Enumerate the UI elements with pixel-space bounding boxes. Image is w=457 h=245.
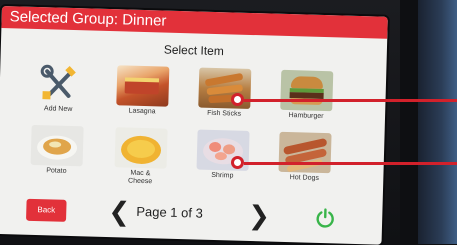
fish-sticks-image [198,68,251,109]
item-label: Potato [23,167,89,177]
item-mac-cheese[interactable]: Mac & Cheese [107,127,175,189]
chevron-right-icon[interactable]: ❯ [248,201,271,230]
hot-dogs-image [278,132,331,173]
item-lasagna[interactable]: Lasagna [109,65,177,127]
potato-image [31,125,84,166]
callout-line-upper [244,99,457,102]
item-add-new[interactable]: Add New [25,63,93,125]
page-heading: Select Item [1,38,387,63]
lasagna-image [116,65,169,106]
pager-bar: Back ❮ Page 1 of 3 ❯ [0,194,383,237]
hamburger-image [280,70,333,111]
window-title: Selected Group: Dinner [9,8,166,29]
touch-screen: Selected Group: Dinner Select Item Add N… [0,6,388,245]
item-label: Hamburger [273,112,339,122]
item-label: Lasagna [109,107,175,117]
callout-line-lower [244,162,457,165]
page-indicator: Page 1 of 3 [136,204,203,221]
mac-cheese-image [115,127,168,168]
item-potato[interactable]: Potato [23,125,91,187]
callout-marker-upper [231,93,244,106]
power-icon[interactable] [314,207,337,230]
device-side-panel [418,0,457,244]
back-button[interactable]: Back [26,199,67,222]
item-shrimp[interactable]: Shrimp [189,129,257,191]
item-label: Add New [25,105,91,115]
callout-marker-lower [231,156,244,169]
chevron-left-icon[interactable]: ❮ [108,197,131,226]
item-label: Hot Dogs [271,174,337,184]
item-label: Shrimp [189,171,255,181]
item-label: Fish Sticks [191,109,257,119]
item-label: Mac & Cheese [107,169,173,187]
tools-icon [32,63,85,104]
item-grid: Add New Lasagna Fish Sticks [17,63,348,194]
